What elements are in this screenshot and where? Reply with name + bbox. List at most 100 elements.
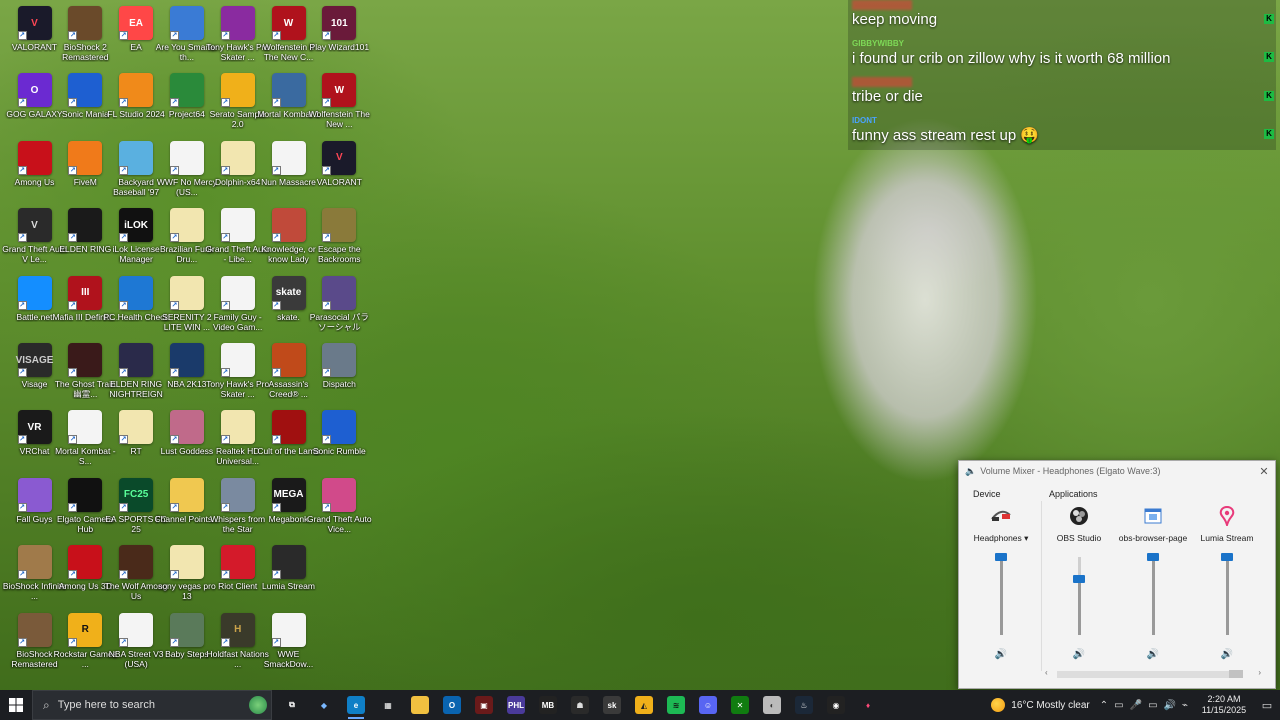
pen-icon[interactable]: ⌁ [1182, 700, 1188, 711]
taskbar-app-xbox[interactable]: ✕ [724, 690, 756, 720]
mute-toggle-speaker-icon[interactable]: 🔊 [1221, 649, 1233, 660]
shortcut-arrow-icon: ↗ [220, 233, 230, 243]
desktop-icon-lumia-stream[interactable]: ↗ Lumia Stream [255, 541, 322, 608]
icon-glyph: V [335, 152, 343, 164]
desktop-icon-wwe-smackdow[interactable]: ↗ WWE SmackDow... [255, 609, 322, 676]
system-tray: ⌃ ▭ 🎤 ▭ 🔊 ⌁ [1100, 700, 1194, 711]
mixer-horizontal-scrollbar[interactable]: ‹ › [1045, 668, 1265, 680]
desktop-icon-wolfenstein-the-new[interactable]: W ↗ Wolfenstein The New ... [306, 69, 373, 136]
shortcut-arrow-icon: ↗ [68, 165, 78, 175]
scroll-right-icon[interactable]: › [1258, 668, 1261, 677]
taskbar-app-outlook[interactable]: O [436, 690, 468, 720]
mute-toggle-speaker-icon[interactable]: 🔊 [1147, 649, 1159, 660]
taskbar-app-skate-app[interactable]: sk [596, 690, 628, 720]
store-icon: ▦ [384, 700, 392, 710]
desktop-icon-play-wizard101[interactable]: 101 ↗ Play Wizard101 [306, 2, 373, 69]
grand-theft-auto-vice-icon: ↗ [322, 477, 357, 512]
valorant-icon: V ↗ [322, 140, 357, 175]
desktop-icon-grand-theft-auto-vice[interactable]: ↗ Grand Theft Auto Vice... [306, 474, 373, 541]
whispers-from-the-star-icon: ↗ [220, 477, 255, 512]
close-icon[interactable]: ✕ [1253, 465, 1275, 478]
chat-message: GIBBYWIBBY i found ur crib on zillow why … [848, 39, 1276, 78]
desktop-icon-valorant[interactable]: V ↗ VALORANT [306, 137, 373, 204]
taskbar-search-box[interactable]: ⌕ Type here to search [32, 690, 272, 720]
mixer-channel-name[interactable]: Headphones ▾ [974, 533, 1029, 544]
volume-slider[interactable] [994, 553, 1007, 635]
taskbar-app-lumia-taskbar[interactable]: ♦ [852, 690, 884, 720]
shortcut-arrow-icon: ↗ [119, 98, 129, 108]
family-guy-video-gam-icon: ↗ [220, 275, 255, 310]
scroll-track[interactable] [1057, 671, 1243, 678]
taskbar-app-megabonk-app[interactable]: MB [532, 690, 564, 720]
taskbar-app-figure-app[interactable]: ☗ [564, 690, 596, 720]
volume-slider-thumb[interactable] [1072, 574, 1085, 583]
grand-theft-auto-v-le-icon: V ↗ [17, 208, 52, 243]
lumia-icon[interactable] [1216, 505, 1238, 527]
cult-of-the-lamb-icon: ↗ [271, 410, 306, 445]
shortcut-arrow-icon: ↗ [17, 233, 27, 243]
shortcut-arrow-icon: ↗ [169, 570, 179, 580]
display-icon[interactable]: ▭ [1114, 700, 1123, 711]
chat-username: IDONT [852, 115, 877, 125]
volume-slider[interactable] [1146, 553, 1159, 635]
megabonk-icon: MEGA ↗ [271, 477, 306, 512]
taskbar-app-file-explorer[interactable]: ▬ [404, 690, 436, 720]
microphone-icon[interactable]: 🎤 [1130, 700, 1142, 711]
show-hidden-icons-icon[interactable]: ⌃ [1100, 700, 1108, 711]
mute-toggle-speaker-icon[interactable]: 🔊 [1073, 649, 1085, 660]
obs-icon[interactable] [1068, 505, 1090, 527]
icon-glyph: skate [275, 287, 302, 299]
kick-badge-icon: K [1264, 52, 1274, 63]
start-button[interactable] [0, 690, 32, 720]
volume-slider-thumb[interactable] [994, 553, 1007, 561]
are-you-smarter-th-icon: ↗ [169, 6, 204, 40]
shortcut-arrow-icon: ↗ [322, 300, 332, 310]
volume-icon[interactable]: 🔊 [1164, 700, 1176, 711]
volume-slider-thumb[interactable] [1146, 553, 1159, 561]
shortcut-arrow-icon: ↗ [271, 637, 281, 647]
shortcut-arrow-icon: ↗ [119, 165, 129, 175]
obs-taskbar-icon: ◉ [827, 696, 845, 714]
volume-slider[interactable] [1220, 553, 1233, 635]
taskbar-app-phil-app[interactable]: PHL [500, 690, 532, 720]
volume-slider[interactable] [1072, 557, 1085, 635]
taskbar-app-copilot[interactable]: ◆ [308, 690, 340, 720]
taskbar-app-edge[interactable]: e [340, 690, 372, 720]
taskbar-app-obs-taskbar[interactable]: ◉ [820, 690, 852, 720]
scroll-left-icon[interactable]: ‹ [1045, 668, 1048, 677]
taskbar-app-media-app[interactable]: ◐ [756, 690, 788, 720]
media-app-icon: ◐ [763, 696, 781, 714]
bioshock-2-remastered-icon: ↗ [68, 6, 103, 40]
weather-widget[interactable]: 16°C Mostly clear [991, 698, 1099, 712]
taskbar-app-taskview[interactable]: ⧉ [276, 690, 308, 720]
taskbar-app-game-app[interactable]: ▣ [468, 690, 500, 720]
taskbar-app-discord[interactable]: ☺ [692, 690, 724, 720]
visage-icon: VISAGE ↗ [16, 343, 53, 377]
desktop-icon-label: VALORANT [316, 176, 362, 187]
desktop-icon-dispatch[interactable]: ↗ Dispatch [306, 339, 373, 406]
desktop-icon-escape-the-backrooms[interactable]: ↗ Escape the Backrooms [306, 204, 373, 271]
pc-health-check-icon: ↗ [119, 275, 154, 310]
notification-icon[interactable]: ▭ [1254, 699, 1280, 712]
shortcut-arrow-icon: ↗ [220, 98, 230, 108]
volume-slider-fill [1077, 578, 1081, 635]
sony-vegas-pro-13-icon: ↗ [169, 545, 204, 580]
taskbar-app-spotify[interactable]: ≋ [660, 690, 692, 720]
scroll-thumb[interactable] [1229, 670, 1243, 678]
mute-toggle-speaker-icon[interactable]: 🔊 [995, 649, 1007, 660]
taskbar-app-steam[interactable]: ♨ [788, 690, 820, 720]
network-icon[interactable]: ▭ [1148, 700, 1157, 711]
volume-slider-thumb[interactable] [1220, 553, 1233, 561]
headphones-icon[interactable] [990, 505, 1012, 527]
dolphin-x64-icon: ↗ [220, 140, 255, 175]
browser-page-icon[interactable] [1142, 505, 1164, 527]
tony-hawk-s-pro-skater-icon: ↗ [220, 6, 255, 40]
taskbar-app-serato-app[interactable]: ◭ [628, 690, 660, 720]
desktop-icon-parasocial[interactable]: ↗ Parasocial パラソーシャル [306, 272, 373, 339]
taskbar-clock[interactable]: 2:20 AM 11/15/2025 [1194, 694, 1254, 716]
desktop-icon-label: Parasocial パラソーシャル [309, 311, 369, 332]
taskbar-app-store[interactable]: ▦ [372, 690, 404, 720]
figure-app-icon: ☗ [571, 696, 589, 714]
desktop-icon-sonic-rumble[interactable]: ↗ Sonic Rumble [306, 406, 373, 473]
windows-logo-icon [9, 698, 23, 712]
